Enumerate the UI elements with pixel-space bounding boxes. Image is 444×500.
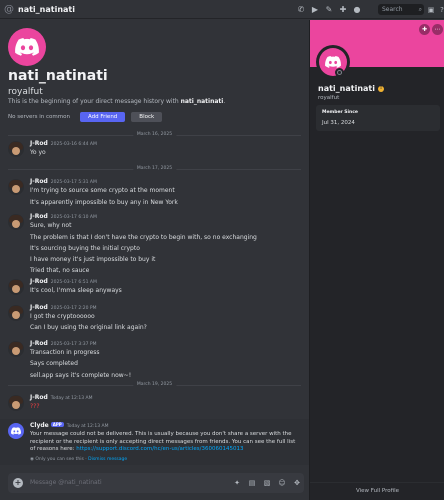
channel-name: nati_natinati — [18, 4, 75, 14]
avatar[interactable] — [8, 214, 24, 230]
app-badge: APP — [50, 422, 64, 427]
intro-display-name: nati_natinati — [8, 68, 108, 84]
gift-icon[interactable]: ✦ — [232, 477, 242, 489]
sticker-icon[interactable]: ▧ — [262, 477, 272, 489]
date-divider: March 17, 2025 — [8, 166, 301, 171]
date-divider: March 19, 2025 — [8, 382, 301, 387]
view-full-profile-button[interactable]: View Full Profile — [310, 482, 444, 500]
profile-icon[interactable]: ● — [352, 3, 362, 16]
date-divider: March 16, 2025 — [8, 132, 301, 137]
search-placeholder: Search — [382, 6, 403, 13]
support-link[interactable]: https://support.discord.com/hc/en-us/art… — [76, 446, 243, 452]
message-timestamp: 2025-03-17 6:10 AM — [50, 215, 97, 220]
message-author[interactable]: J-Rod — [30, 178, 48, 185]
message-text: Transaction in progress — [30, 349, 100, 356]
composer-tools: ✦ ▤ ▧ ☺ ✥ — [232, 477, 302, 489]
add-friend-button[interactable]: Add Friend — [79, 112, 126, 122]
message-text: Says completed — [30, 360, 78, 367]
member-since-card: Member Since Jul 31, 2024 — [316, 105, 440, 131]
clyde-message: Clyde APP Today at 12:13 AM Your message c… — [0, 419, 309, 465]
clyde-message-text: Your message could not be delivered. Thi… — [30, 431, 296, 452]
message-text: The problem is that I don't have the cry… — [30, 234, 257, 241]
discord-logo-icon — [11, 427, 21, 435]
video-icon[interactable]: ▶ — [310, 3, 320, 16]
message-text: It's sourcing buying the initial crypto — [30, 245, 140, 252]
add-friend-icon[interactable]: ✚ — [338, 3, 348, 16]
profile-panel: ✚ ⋯ nati_natinati! royalfut Member Since… — [309, 20, 444, 500]
member-since-value: Jul 31, 2024 — [322, 120, 355, 126]
discord-logo-icon — [15, 38, 39, 56]
inbox-icon[interactable]: ▣ — [427, 3, 435, 16]
message-text: It's cool, I'mma sleep anyways — [30, 287, 122, 294]
at-icon: @ — [4, 3, 14, 15]
apps-icon[interactable]: ✥ — [292, 477, 302, 489]
message-text: Can I buy using the original link again? — [30, 324, 147, 331]
chat-area: nati_natinati royalfut This is the begin… — [0, 20, 309, 465]
clyde-avatar[interactable] — [8, 423, 24, 439]
message-author[interactable]: J-Rod — [30, 340, 48, 347]
intro-text: This is the beginning of your direct mes… — [8, 98, 226, 105]
avatar[interactable] — [8, 279, 24, 295]
message-text: I'm trying to source some crypto at the … — [30, 187, 175, 194]
block-button[interactable]: Block — [131, 112, 163, 122]
message-timestamp: Today at 12:13 AM — [50, 396, 93, 401]
phone-icon[interactable]: ✆ — [296, 3, 306, 16]
intro-username: royalfut — [8, 87, 43, 97]
message-author[interactable]: J-Rod — [30, 394, 48, 401]
message-author[interactable]: J-Rod — [30, 304, 48, 311]
message-input[interactable]: Message @nati_natinati — [30, 479, 102, 486]
pin-icon[interactable]: ✎ — [324, 3, 334, 16]
avatar[interactable] — [8, 395, 24, 411]
intro-avatar — [8, 28, 46, 66]
profile-display-name: nati_natinati! — [318, 84, 384, 93]
profile-avatar[interactable] — [316, 45, 350, 79]
message-timestamp: 2025-03-17 2:20 PM — [50, 306, 97, 311]
message-author[interactable]: J-Rod — [30, 140, 48, 147]
profile-username: royalfut — [318, 95, 340, 101]
member-since-label: Member Since — [322, 110, 358, 115]
intro-actions: No servers in common Add Friend Block — [8, 112, 163, 122]
message-text: It's apparently impossible to buy any in… — [30, 199, 178, 206]
search-icon: ⌕ — [418, 6, 422, 13]
message-timestamp: 2025-03-17 5:31 AM — [50, 180, 97, 185]
message-composer[interactable]: + Message @nati_natinati ✦ ▤ ▧ ☺ ✥ — [8, 473, 304, 493]
message-text-failed: ??? — [30, 403, 40, 410]
search-input[interactable]: Search ⌕ — [378, 4, 424, 15]
no-servers-label: No servers in common — [8, 114, 70, 120]
message-text: I got the cryptoooooo — [30, 313, 95, 320]
more-options-icon[interactable]: ⋯ — [432, 24, 443, 35]
discord-logo-icon — [325, 56, 341, 68]
top-bar: @ nati_natinati ✆ ▶ ✎ ✚ ● Search ⌕ ▣ ? — [0, 0, 444, 19]
message-author[interactable]: J-Rod — [30, 278, 48, 285]
avatar[interactable] — [8, 179, 24, 195]
message-author[interactable]: J-Rod — [30, 213, 48, 220]
ephemeral-note: ◉ Only you can see this · Dismiss messag… — [30, 457, 128, 462]
avatar[interactable] — [8, 305, 24, 321]
avatar[interactable] — [8, 341, 24, 357]
message-text: Sure, why not — [30, 222, 72, 229]
message-text: I have money it's just impossible to buy… — [30, 256, 156, 263]
emoji-icon[interactable]: ☺ — [277, 477, 287, 489]
help-icon[interactable]: ? — [438, 3, 444, 16]
message-text: Tried that, no sauce — [30, 267, 90, 274]
header-actions: ✆ ▶ ✎ ✚ ● — [296, 3, 362, 16]
gif-icon[interactable]: ▤ — [247, 477, 257, 489]
message-text: Yo yo — [30, 149, 46, 156]
message-timestamp: 2025-03-17 3:37 PM — [50, 342, 97, 347]
attach-plus-icon[interactable]: + — [13, 478, 23, 488]
message-timestamp: 2025-03-17 6:51 AM — [50, 280, 97, 285]
message-timestamp: Today at 12:13 AM — [66, 424, 109, 429]
avatar[interactable] — [8, 141, 24, 157]
message-text: sell.app says it's complete now~! — [30, 372, 132, 379]
message-timestamp: 2025-03-16 6:44 AM — [50, 142, 97, 147]
header-right-actions: ▣ ? — [427, 3, 444, 16]
add-friend-icon[interactable]: ✚ — [419, 24, 430, 35]
offline-status-icon — [335, 68, 344, 77]
badge-icon: ! — [377, 85, 384, 92]
dismiss-message-link[interactable]: Dismiss message — [88, 457, 127, 462]
clyde-name[interactable]: Clyde — [30, 422, 49, 429]
